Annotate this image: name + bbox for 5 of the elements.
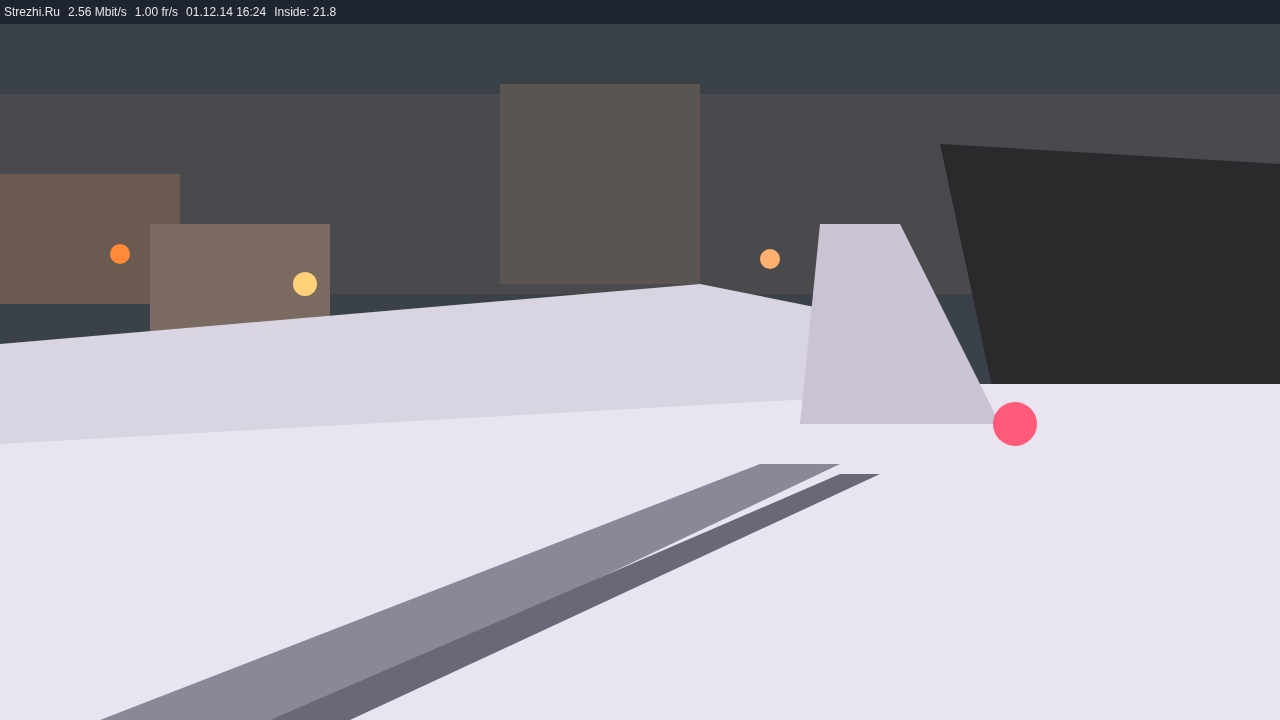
- status-text: Inside: 21.8: [274, 4, 337, 21]
- status-text: 2.56 Mbit/s: [68, 4, 127, 21]
- status-text: 1.00 fr/s: [134, 4, 179, 21]
- status-text: 01.12.14 16:24: [186, 4, 267, 21]
- status-text: Strezhi.Ru: [4, 4, 61, 21]
